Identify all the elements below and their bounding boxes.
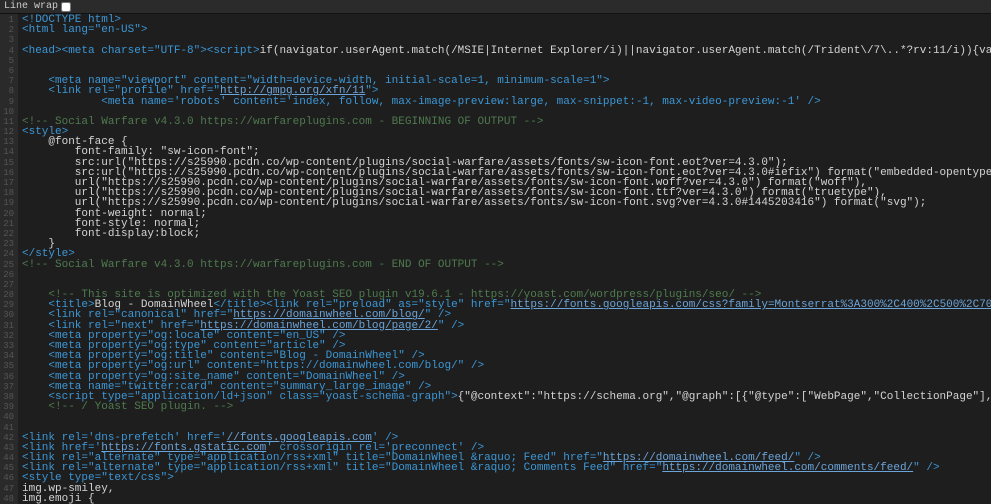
line-number: 21 (2, 219, 14, 229)
line-number: 30 (2, 310, 14, 320)
line-number: 24 (2, 249, 14, 259)
code-line[interactable]: <meta name='robots' content='index, foll… (22, 97, 991, 107)
line-number: 15 (2, 158, 14, 168)
line-number: 44 (2, 453, 14, 463)
toolbar: Line wrap (0, 0, 991, 14)
line-number: 6 (2, 66, 14, 76)
line-number: 14 (2, 147, 14, 157)
code-line[interactable]: <html lang="en-US"> (22, 25, 991, 35)
line-number: 13 (2, 137, 14, 147)
line-number: 3 (2, 35, 14, 45)
line-number: 4 (2, 46, 14, 56)
line-number: 5 (2, 56, 14, 66)
line-number: 33 (2, 341, 14, 351)
line-number: 28 (2, 290, 14, 300)
line-number: 23 (2, 239, 14, 249)
line-number: 11 (2, 117, 14, 127)
line-number: 18 (2, 188, 14, 198)
line-number: 39 (2, 402, 14, 412)
linewrap-label: Line wrap (4, 1, 58, 12)
line-gutter: 1234567891011121314151617181920212223242… (0, 14, 18, 504)
line-number: 29 (2, 300, 14, 310)
code-area[interactable]: <!DOCTYPE html><html lang="en-US"> <head… (18, 14, 991, 504)
line-number: 26 (2, 270, 14, 280)
line-number: 22 (2, 229, 14, 239)
line-number: 42 (2, 433, 14, 443)
line-number: 36 (2, 372, 14, 382)
line-number: 10 (2, 107, 14, 117)
line-number: 38 (2, 392, 14, 402)
code-line[interactable]: <style> (22, 127, 991, 137)
linewrap-checkbox[interactable] (61, 2, 71, 12)
line-number: 35 (2, 361, 14, 371)
line-number: 12 (2, 127, 14, 137)
code-line[interactable]: <!-- / Yoast SEO plugin. --> (22, 402, 991, 412)
code-line[interactable]: <head><meta charset="UTF-8"><script>if(n… (22, 46, 991, 56)
line-number: 16 (2, 168, 14, 178)
line-number: 46 (2, 473, 14, 483)
line-number: 41 (2, 423, 14, 433)
code-line[interactable]: <!-- Social Warfare v4.3.0 https://warfa… (22, 117, 991, 127)
line-number: 47 (2, 484, 14, 494)
line-number: 9 (2, 97, 14, 107)
line-number: 43 (2, 443, 14, 453)
line-number: 2 (2, 25, 14, 35)
code-line[interactable]: font-display:block; (22, 229, 991, 239)
code-line[interactable] (22, 412, 991, 422)
line-number: 25 (2, 260, 14, 270)
line-number: 19 (2, 198, 14, 208)
code-line[interactable]: <style type="text/css"> (22, 473, 991, 483)
line-number: 20 (2, 209, 14, 219)
line-number: 45 (2, 463, 14, 473)
line-number: 7 (2, 76, 14, 86)
code-line[interactable]: } (22, 239, 991, 249)
line-number: 37 (2, 382, 14, 392)
code-line[interactable]: <!DOCTYPE html> (22, 15, 991, 25)
line-number: 31 (2, 321, 14, 331)
line-number: 1 (2, 15, 14, 25)
linewrap-toggle[interactable]: Line wrap (4, 1, 71, 12)
line-number: 40 (2, 412, 14, 422)
line-number: 34 (2, 351, 14, 361)
line-number: 48 (2, 494, 14, 504)
code-line[interactable]: <!-- Social Warfare v4.3.0 https://warfa… (22, 260, 991, 270)
code-line[interactable] (22, 270, 991, 280)
code-line[interactable]: img.wp-smiley, (22, 484, 991, 494)
code-line[interactable]: img.emoji { (22, 494, 991, 504)
line-number: 17 (2, 178, 14, 188)
line-number: 32 (2, 331, 14, 341)
line-number: 8 (2, 86, 14, 96)
code-editor[interactable]: 1234567891011121314151617181920212223242… (0, 14, 991, 504)
code-line[interactable] (22, 56, 991, 66)
line-number: 27 (2, 280, 14, 290)
